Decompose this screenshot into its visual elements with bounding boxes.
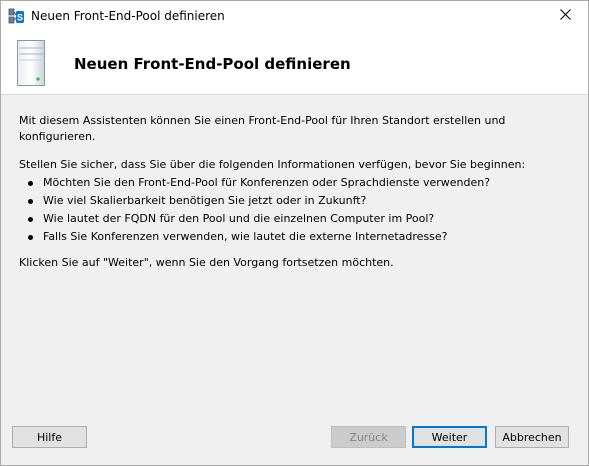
window-title: Neuen Front-End-Pool definieren bbox=[31, 9, 225, 23]
list-item: Möchten Sie den Front-End-Pool für Konfe… bbox=[19, 174, 579, 192]
help-button[interactable]: Hilfe bbox=[12, 426, 87, 448]
title-bar[interactable]: S Neuen Front-End-Pool definieren bbox=[1, 1, 588, 31]
wizard-title: Neuen Front-End-Pool definieren bbox=[74, 55, 351, 73]
list-item: Falls Sie Konferenzen verwenden, wie lau… bbox=[19, 228, 579, 246]
cancel-button[interactable]: Abbrechen bbox=[495, 426, 569, 448]
back-button[interactable]: Zurück bbox=[331, 426, 406, 448]
wizard-content: Mit diesem Assistenten können Sie einen … bbox=[19, 113, 579, 246]
close-button[interactable] bbox=[542, 1, 588, 31]
requirements-heading: Stellen Sie sicher, dass Sie über die fo… bbox=[19, 158, 526, 171]
intro-text: Mit diesem Assistenten können Sie einen … bbox=[19, 114, 506, 143]
dialog-window: S Neuen Front-End-Pool definieren Neuen … bbox=[0, 0, 589, 466]
close-icon bbox=[559, 9, 571, 23]
list-item: Wie lautet der FQDN für den Pool und die… bbox=[19, 210, 579, 228]
app-icon: S bbox=[8, 8, 25, 25]
requirements-list: Möchten Sie den Front-End-Pool für Konfe… bbox=[19, 174, 579, 246]
wizard-header: Neuen Front-End-Pool definieren bbox=[1, 31, 588, 95]
svg-text:S: S bbox=[17, 13, 23, 23]
list-item: Wie viel Skalierbarkeit benötigen Sie je… bbox=[19, 192, 579, 210]
server-icon bbox=[16, 39, 46, 87]
continue-hint: Klicken Sie auf "Weiter", wenn Sie den V… bbox=[19, 256, 394, 269]
next-button[interactable]: Weiter bbox=[412, 426, 487, 448]
